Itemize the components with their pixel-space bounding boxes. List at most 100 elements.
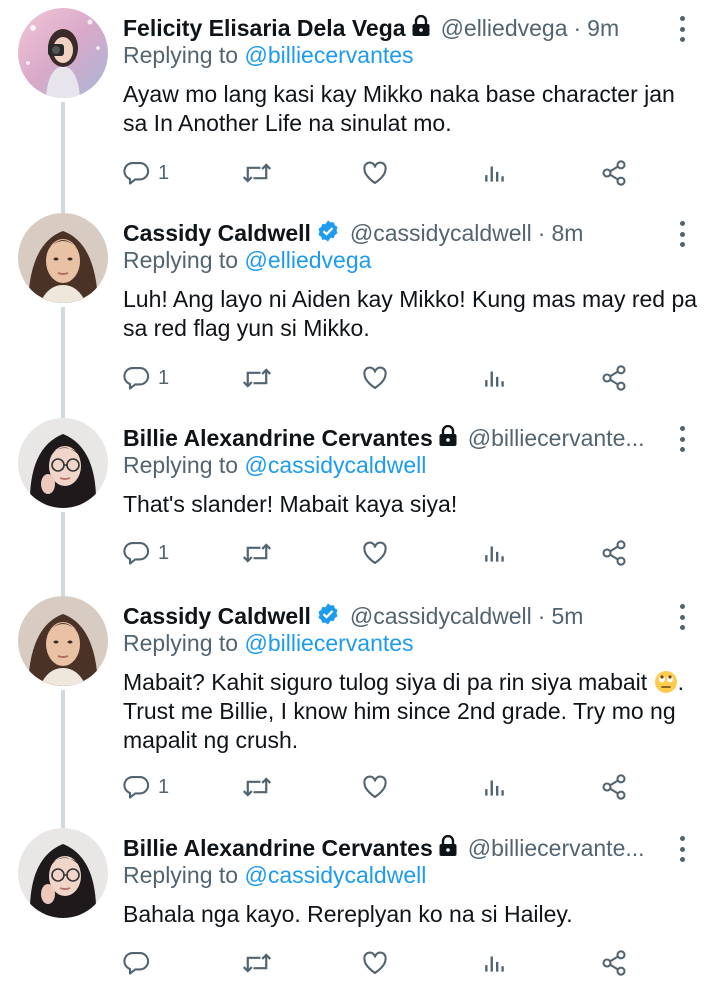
replying-label: Replying to [123,862,239,888]
tweet-text-content: Ayaw mo lang kasi kay Mikko naka base ch… [123,81,675,136]
tweet[interactable]: Felicity Elisaria Dela Vega @elliedvega … [0,0,720,206]
views-button[interactable] [482,538,508,568]
display-name[interactable]: Felicity Elisaria Dela Vega [123,15,406,42]
mention-link[interactable]: @cassidycaldwell [244,452,426,478]
replying-label: Replying to [123,630,239,656]
tweet-text: Ayaw mo lang kasi kay Mikko naka base ch… [123,80,703,138]
like-icon [363,541,387,564]
separator-dot: · [537,219,546,246]
retweet-button[interactable] [242,772,272,802]
timestamp[interactable]: 5m [551,603,583,630]
share-button[interactable] [600,538,628,568]
tweet-header: Cassidy Caldwell @cassidycaldwell · 5m [123,600,660,632]
handle[interactable]: @cassidycaldwell [350,603,532,630]
like-button[interactable] [361,948,389,978]
share-icon [602,365,626,391]
reply-button[interactable]: 1 [123,772,169,802]
reply-button[interactable] [123,948,158,978]
share-icon [602,160,626,186]
retweet-icon [242,163,272,183]
reply-thread: Felicity Elisaria Dela Vega @elliedvega … [0,0,720,987]
share-icon [602,774,626,800]
share-button[interactable] [600,158,628,188]
more-icon[interactable] [672,604,692,630]
display-name[interactable]: Billie Alexandrine Cervantes [123,425,433,452]
retweet-icon [242,953,272,973]
tweet-header: Cassidy Caldwell @cassidycaldwell · 8m [123,217,660,249]
more-icon[interactable] [672,16,692,42]
retweet-button[interactable] [242,363,272,393]
views-button[interactable] [482,158,508,188]
display-name[interactable]: Cassidy Caldwell [123,603,311,630]
views-button[interactable] [482,363,508,393]
retweet-icon [242,368,272,388]
more-icon[interactable] [672,426,692,452]
timestamp[interactable]: 9m [587,15,619,42]
avatar[interactable] [18,8,108,98]
handle[interactable]: @elliedvega [441,15,568,42]
tweet[interactable]: Billie Alexandrine Cervantes @billiecerv… [0,820,720,987]
share-button[interactable] [600,772,628,802]
handle[interactable]: @billiecervante... [468,835,645,862]
replying-to: Replying to @elliedvega [123,247,371,274]
avatar[interactable] [18,828,108,918]
like-button[interactable] [361,158,389,188]
verified-badge-icon [316,219,340,248]
share-button[interactable] [600,363,628,393]
replying-to: Replying to @cassidycaldwell [123,862,426,889]
views-icon [485,956,504,972]
separator-dot: · [537,602,546,629]
more-icon[interactable] [672,221,692,247]
like-icon [363,951,387,974]
reply-icon [123,162,150,185]
views-button[interactable] [482,948,508,978]
replying-label: Replying to [123,247,239,273]
display-name[interactable]: Billie Alexandrine Cervantes [123,835,433,862]
more-icon[interactable] [672,836,692,862]
like-icon [363,366,387,389]
retweet-button[interactable] [242,158,272,188]
tweet-text-content: Luh! Ang layo ni Aiden kay Mikko! Kung m… [123,286,698,341]
like-button[interactable] [361,772,389,802]
share-icon [602,540,626,566]
views-icon [485,546,504,562]
lock-icon [438,424,458,452]
reply-button[interactable]: 1 [123,538,169,568]
views-button[interactable] [482,772,508,802]
retweet-icon [242,777,272,797]
mention-link[interactable]: @elliedvega [244,247,371,273]
share-icon [602,950,626,976]
face-with-rolling-eyes-icon [654,670,678,694]
lock-icon [438,834,458,862]
retweet-button[interactable] [242,538,272,568]
avatar[interactable] [18,213,108,303]
mention-link[interactable]: @cassidycaldwell [244,862,426,888]
handle[interactable]: @billiecervante... [468,425,645,452]
tweet[interactable]: Cassidy Caldwell @cassidycaldwell · 5m R… [0,588,720,820]
timestamp[interactable]: 8m [551,220,583,247]
replying-to: Replying to @cassidycaldwell [123,452,426,479]
reply-icon [123,776,150,799]
views-icon [485,371,504,387]
tweet-text-content: Bahala nga kayo. Rereplyan ko na si Hail… [123,901,573,927]
like-button[interactable] [361,538,389,568]
replying-label: Replying to [123,42,239,68]
retweet-button[interactable] [242,948,272,978]
lock-icon [411,14,431,42]
tweet-header: Billie Alexandrine Cervantes @billiecerv… [123,832,660,864]
display-name[interactable]: Cassidy Caldwell [123,220,311,247]
avatar[interactable] [18,596,108,686]
mention-link[interactable]: @billiecervantes [244,630,413,656]
tweet[interactable]: Cassidy Caldwell @cassidycaldwell · 8m R… [0,205,720,411]
replying-to: Replying to @billiecervantes [123,42,414,69]
reply-button[interactable]: 1 [123,363,169,393]
mention-link[interactable]: @billiecervantes [244,42,413,68]
handle[interactable]: @cassidycaldwell [350,220,532,247]
tweet[interactable]: Billie Alexandrine Cervantes @billiecerv… [0,410,720,588]
replying-label: Replying to [123,452,239,478]
reply-button[interactable]: 1 [123,158,169,188]
like-button[interactable] [361,363,389,393]
share-button[interactable] [600,948,628,978]
tweet-header: Billie Alexandrine Cervantes @billiecerv… [123,422,660,454]
avatar[interactable] [18,418,108,508]
